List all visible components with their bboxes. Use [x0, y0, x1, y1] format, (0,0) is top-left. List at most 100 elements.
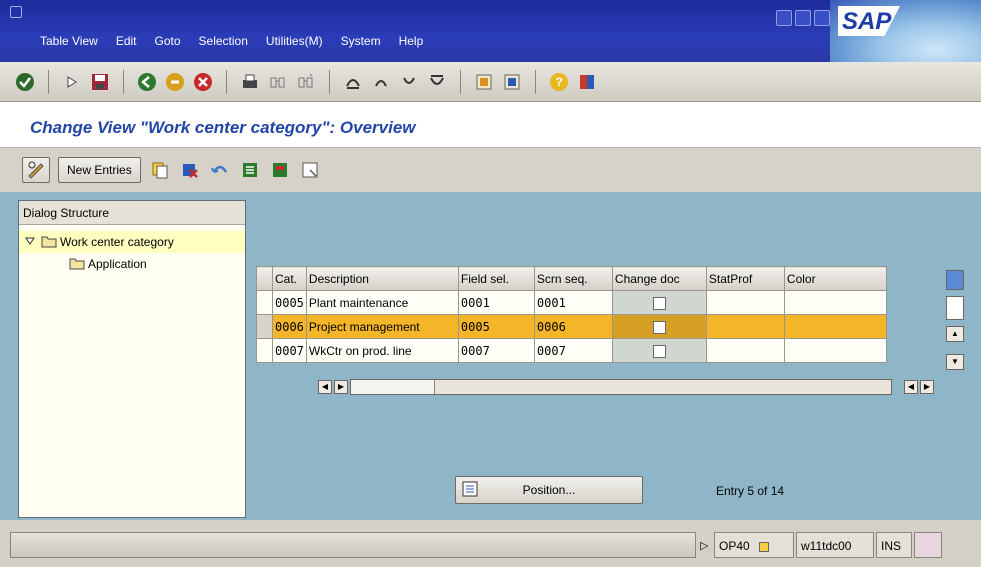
insert-mode-field[interactable]: INS: [876, 532, 912, 558]
new-entries-button[interactable]: New Entries: [58, 157, 141, 183]
scroll-right-button[interactable]: ▶: [920, 380, 934, 394]
screen-seq-cell[interactable]: 0007: [533, 338, 613, 363]
color-cell[interactable]: [783, 314, 887, 339]
table-control: Cat. Description Field sel. Scrn seq. Ch…: [256, 266, 976, 406]
select-all-icon[interactable]: [239, 159, 261, 181]
dialog-structure-panel: Dialog Structure Work center category Ap…: [18, 200, 246, 518]
change-doc-cell: [611, 338, 707, 363]
status-profile-cell[interactable]: [705, 314, 785, 339]
back-icon[interactable]: [136, 71, 158, 93]
next-page-icon[interactable]: [398, 71, 420, 93]
field-sel-cell[interactable]: 0007: [457, 338, 535, 363]
save-icon[interactable]: [89, 71, 111, 93]
menu-selection[interactable]: Selection: [199, 34, 248, 48]
column-header[interactable]: Cat.: [272, 266, 307, 291]
scroll-left-button[interactable]: ◀: [318, 380, 332, 394]
menu-utilities[interactable]: Utilities(M): [266, 34, 323, 48]
session-info-icon[interactable]: [759, 541, 770, 552]
create-session-icon[interactable]: [473, 71, 495, 93]
column-header[interactable]: Field sel.: [457, 266, 535, 291]
scroll-up-button[interactable]: ▲: [946, 326, 964, 342]
status-indicator: [914, 532, 942, 558]
vertical-scroll-track[interactable]: [946, 296, 964, 320]
table-settings-icon[interactable]: [946, 270, 964, 290]
transaction-field: OP40: [714, 532, 794, 558]
sap-logo: SAP: [830, 0, 981, 62]
status-profile-cell[interactable]: [705, 338, 785, 363]
field-sel-cell[interactable]: 0005: [457, 314, 535, 339]
select-column-header[interactable]: [256, 266, 273, 291]
scroll-down-button[interactable]: ▼: [946, 354, 964, 370]
cancel-icon[interactable]: [192, 71, 214, 93]
color-cell[interactable]: [783, 338, 887, 363]
column-header[interactable]: StatProf: [705, 266, 785, 291]
layout-menu-icon[interactable]: [576, 71, 598, 93]
menu-goto[interactable]: Goto: [155, 34, 181, 48]
minimize-button[interactable]: [776, 10, 792, 26]
column-header[interactable]: Scrn seq.: [533, 266, 613, 291]
status-message-field: [10, 532, 696, 558]
scroll-left-button[interactable]: ◀: [904, 380, 918, 394]
menu-table-view[interactable]: Table View: [40, 34, 98, 48]
maximize-button[interactable]: [795, 10, 811, 26]
change-doc-checkbox[interactable]: [652, 320, 666, 334]
command-field-arrow-icon[interactable]: [61, 71, 83, 93]
table-row[interactable]: 0006 Project management 0005 0006: [256, 314, 887, 339]
column-header[interactable]: Change doc: [611, 266, 707, 291]
display-change-button[interactable]: [22, 157, 50, 183]
change-doc-checkbox[interactable]: [652, 296, 666, 310]
exit-icon[interactable]: [164, 71, 186, 93]
svg-text:?: ?: [555, 75, 562, 89]
expand-triangle-icon[interactable]: [25, 235, 35, 249]
enter-check-icon[interactable]: [14, 71, 36, 93]
scrollbar-thumb[interactable]: [351, 380, 435, 394]
column-header[interactable]: Description: [305, 266, 459, 291]
deselect-all-icon[interactable]: [299, 159, 321, 181]
close-button[interactable]: [814, 10, 830, 26]
row-selector[interactable]: [256, 290, 273, 315]
first-page-icon[interactable]: [342, 71, 364, 93]
tree-item-work-center-category[interactable]: Work center category: [19, 231, 245, 253]
find-next-icon[interactable]: [295, 71, 317, 93]
undo-change-icon[interactable]: [209, 159, 231, 181]
position-icon: [462, 481, 478, 500]
entry-info: Entry 5 of 14: [716, 484, 785, 498]
change-doc-cell: [611, 314, 707, 339]
position-button[interactable]: Position...: [455, 476, 643, 504]
menu-system[interactable]: System: [341, 34, 381, 48]
print-icon[interactable]: [239, 71, 261, 93]
last-page-icon[interactable]: [426, 71, 448, 93]
horizontal-scrollbar[interactable]: [350, 379, 892, 395]
toolbar-separator: [48, 69, 49, 94]
menu-edit[interactable]: Edit: [116, 34, 137, 48]
find-icon[interactable]: [267, 71, 289, 93]
column-header[interactable]: Color: [783, 266, 887, 291]
category-cell: 0007: [272, 338, 307, 363]
tree-item-application[interactable]: Application: [19, 253, 245, 275]
status-profile-cell[interactable]: [705, 290, 785, 315]
copy-as-icon[interactable]: [149, 159, 171, 181]
row-selector[interactable]: [256, 338, 273, 363]
screen-seq-cell[interactable]: 0006: [533, 314, 613, 339]
tree-label: Application: [88, 257, 147, 271]
status-expand-arrow-icon[interactable]: ▷: [700, 539, 708, 552]
field-sel-cell[interactable]: 0001: [457, 290, 535, 315]
description-cell: Plant maintenance: [305, 290, 459, 315]
shortcut-icon[interactable]: [501, 71, 523, 93]
category-cell: 0006: [272, 314, 307, 339]
row-selector[interactable]: [256, 314, 273, 339]
menu-help[interactable]: Help: [399, 34, 424, 48]
help-icon[interactable]: ?: [548, 71, 570, 93]
table-row[interactable]: 0007 WkCtr on prod. line 0007 0007: [256, 338, 887, 363]
table-row[interactable]: 0005 Plant maintenance 0001 0001: [256, 290, 887, 315]
previous-page-icon[interactable]: [370, 71, 392, 93]
select-block-icon[interactable]: [269, 159, 291, 181]
menu-bar: Table View Edit Goto Selection Utilities…: [40, 34, 423, 48]
screen-seq-cell[interactable]: 0001: [533, 290, 613, 315]
description-cell: WkCtr on prod. line: [305, 338, 459, 363]
color-cell[interactable]: [783, 290, 887, 315]
delete-icon[interactable]: [179, 159, 201, 181]
scroll-right-button[interactable]: ▶: [334, 380, 348, 394]
system-menu-icon[interactable]: [10, 6, 22, 18]
change-doc-checkbox[interactable]: [652, 344, 666, 358]
